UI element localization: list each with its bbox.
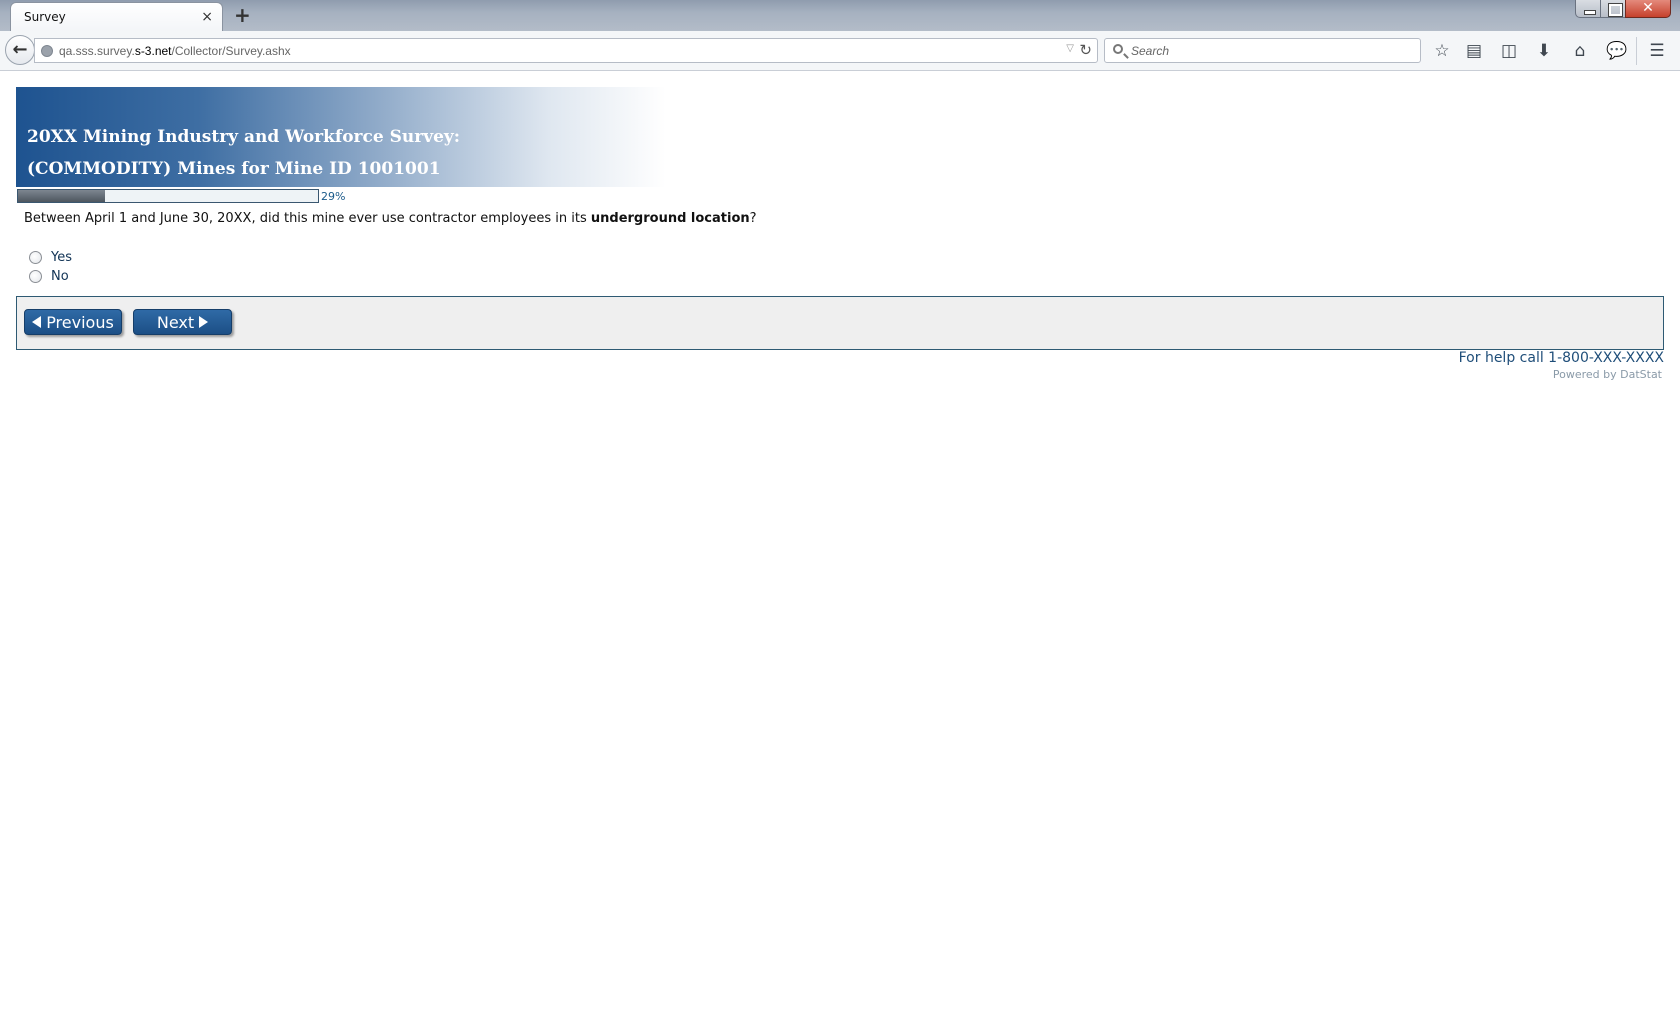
close-icon: ✕: [1642, 0, 1654, 16]
right-triangle-icon: [199, 316, 209, 328]
navigation-panel: Previous Next: [16, 296, 1664, 350]
close-window-button[interactable]: ✕: [1625, 0, 1671, 18]
no-radio[interactable]: [29, 269, 42, 283]
tab-title: Survey: [24, 10, 66, 24]
pocket-icon[interactable]: ◫: [1498, 40, 1520, 62]
next-button[interactable]: Next: [133, 309, 232, 335]
new-tab-icon[interactable]: +: [234, 4, 251, 26]
close-tab-icon[interactable]: ×: [201, 9, 213, 25]
back-button[interactable]: ←: [5, 35, 35, 65]
no-label[interactable]: No: [51, 269, 69, 284]
navigation-toolbar: ← qa.sss.survey.s-3.net/Collector/Survey…: [0, 31, 1680, 71]
help-phone-text: For help call 1-800-XXX-XXXX: [1458, 350, 1664, 366]
option-no[interactable]: No: [29, 267, 69, 285]
site-identity-icon[interactable]: [41, 45, 53, 57]
download-icon[interactable]: ⬇: [1533, 40, 1555, 62]
powered-by-text: Powered by DatStat: [1552, 368, 1662, 381]
restore-window-button[interactable]: [1600, 0, 1626, 18]
question-text: Between April 1 and June 30, 20XX, did t…: [24, 211, 757, 226]
survey-title-line-2: (COMMODITY) Mines for Mine ID 1001001: [27, 159, 441, 179]
search-bar[interactable]: [1104, 38, 1421, 63]
url-base: qa.sss.survey.: [59, 44, 135, 58]
reading-list-icon[interactable]: ▤: [1463, 40, 1485, 62]
url-path: /Collector/Survey.ashx: [171, 44, 291, 58]
previous-label: Previous: [46, 312, 114, 332]
question-prefix: Between April 1 and June 30, 20XX, did t…: [24, 211, 591, 226]
question-emphasis: underground location: [590, 211, 750, 226]
history-dropdown-icon[interactable]: ▽: [1066, 43, 1074, 54]
option-yes[interactable]: Yes: [29, 248, 72, 266]
next-label: Next: [156, 312, 195, 332]
browser-tab[interactable]: Survey ×: [10, 2, 223, 32]
chat-icon[interactable]: 💬: [1606, 40, 1628, 62]
yes-label[interactable]: Yes: [51, 250, 72, 265]
url-bar[interactable]: qa.sss.survey.s-3.net/Collector/Survey.a…: [34, 38, 1098, 63]
menu-icon[interactable]: ☰: [1646, 40, 1668, 62]
back-arrow-icon: ←: [12, 39, 28, 60]
left-triangle-icon: [32, 316, 42, 328]
toolbar-separator: [1636, 37, 1637, 65]
survey-banner: 20XX Mining Industry and Workforce Surve…: [16, 87, 666, 187]
reload-icon[interactable]: ↻: [1079, 41, 1092, 59]
minimize-window-button[interactable]: [1575, 0, 1601, 18]
home-icon[interactable]: ⌂: [1569, 40, 1591, 62]
url-host: s-3.net: [134, 44, 172, 58]
yes-radio[interactable]: [29, 250, 42, 264]
bookmark-star-icon[interactable]: ☆: [1431, 40, 1453, 62]
search-input[interactable]: [1129, 42, 1414, 60]
progress-bar-fill: [18, 190, 105, 202]
window-titlebar: Survey × + ✕: [0, 0, 1680, 32]
previous-button[interactable]: Previous: [24, 309, 122, 335]
search-icon: [1113, 44, 1123, 54]
progress-label: 29%: [321, 190, 346, 203]
url-text[interactable]: qa.sss.survey.s-3.net/Collector/Survey.a…: [59, 44, 291, 58]
survey-title-line-1: 20XX Mining Industry and Workforce Surve…: [27, 127, 461, 147]
question-suffix: ?: [749, 211, 757, 226]
progress-bar: [17, 189, 319, 203]
